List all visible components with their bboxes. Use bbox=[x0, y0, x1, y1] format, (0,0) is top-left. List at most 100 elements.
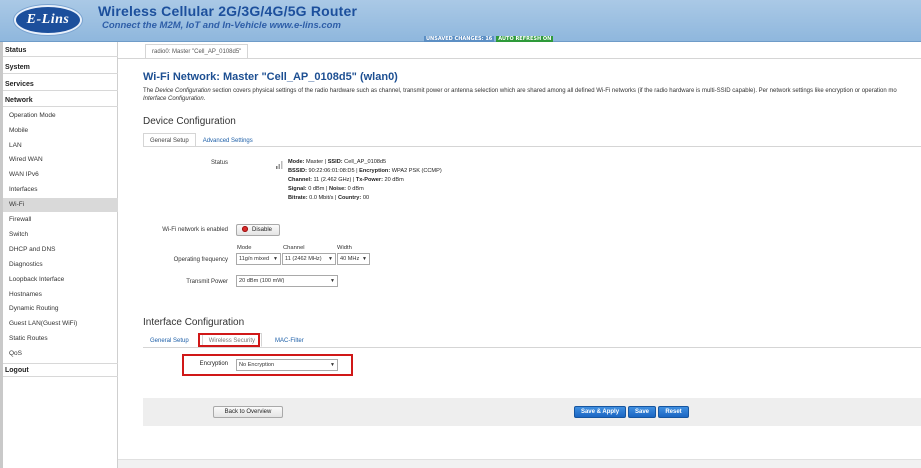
mode-select[interactable]: 11g/n mixed ▼ bbox=[236, 253, 281, 265]
encryption-key: Encryption: bbox=[359, 168, 391, 174]
width-chevron-down-icon: ▼ bbox=[362, 256, 367, 262]
signal-value: 0 dBm | bbox=[306, 186, 329, 192]
txpower-value: 20 dBm bbox=[382, 177, 404, 183]
status-line-2: BSSID: 90:22:06:01:08:D5 | Encryption: W… bbox=[288, 167, 442, 176]
reset-button[interactable]: Reset bbox=[658, 406, 689, 418]
signal-key: Signal: bbox=[288, 186, 307, 192]
save-apply-button[interactable]: Save & Apply bbox=[574, 406, 626, 418]
wifi-enabled-label: Wi-Fi network is enabled bbox=[162, 227, 228, 233]
tab-iface-general-setup[interactable]: General Setup bbox=[143, 333, 196, 347]
desc-em-2: Interface Configuration bbox=[143, 96, 204, 102]
save-button[interactable]: Save bbox=[628, 406, 656, 418]
sidebar-item-interfaces[interactable]: Interfaces bbox=[3, 183, 118, 197]
desc-em-1: Device Configuration bbox=[155, 88, 211, 94]
breadcrumb-divider bbox=[118, 58, 921, 59]
sidebar-item-static-routes[interactable]: Static Routes bbox=[3, 332, 118, 346]
disable-button[interactable]: Disable bbox=[236, 224, 280, 236]
device-tab-divider bbox=[143, 146, 921, 147]
status-details: Mode: Master | SSID: Cell_AP_0108d5 BSSI… bbox=[288, 158, 442, 203]
sidebar-item-wan-ipv6[interactable]: WAN IPv6 bbox=[3, 168, 118, 182]
device-config-title: Device Configuration bbox=[143, 116, 236, 127]
width-select-value: 40 MHz bbox=[340, 256, 360, 262]
desc-text-3: . bbox=[203, 96, 206, 102]
bottom-strip bbox=[118, 459, 921, 468]
operating-frequency-label: Operating frequency bbox=[173, 257, 228, 263]
bssid-key: BSSID: bbox=[288, 168, 307, 174]
tab-mac-filter[interactable]: MAC-Filter bbox=[268, 333, 311, 347]
sidebar-item-mobile[interactable]: Mobile bbox=[3, 124, 118, 138]
txpower-key: Tx-Power: bbox=[355, 177, 383, 183]
back-to-overview-button[interactable]: Back to Overview bbox=[213, 406, 283, 418]
status-line-4: Signal: 0 dBm | Noise: 0 dBm bbox=[288, 185, 442, 194]
status-line-3: Channel: 11 (2.462 GHz) | Tx-Power: 20 d… bbox=[288, 176, 442, 185]
transmit-power-select[interactable]: 20 dBm (100 mW) ▼ bbox=[236, 275, 338, 287]
sidebar-item-guest-lan[interactable]: Guest LAN(Guest WiFi) bbox=[3, 317, 118, 331]
status-line-1: Mode: Master | SSID: Cell_AP_0108d5 bbox=[288, 158, 442, 167]
elins-logo: E-Lins bbox=[14, 5, 82, 35]
country-value: 00 bbox=[361, 195, 370, 201]
status-line-5: Bitrate: 0.0 Mbit/s | Country: 00 bbox=[288, 194, 442, 203]
sidebar-item-hostnames[interactable]: Hostnames bbox=[3, 288, 118, 302]
tab-advanced-settings[interactable]: Advanced Settings bbox=[196, 133, 260, 147]
mode-caption: Mode bbox=[237, 245, 252, 251]
nav-network[interactable]: Network bbox=[3, 94, 118, 107]
bssid-value: 90:22:06:01:08:D5 | bbox=[306, 168, 360, 174]
mode-chevron-down-icon: ▼ bbox=[273, 256, 278, 262]
sidebar-item-dhcp-dns[interactable]: DHCP and DNS bbox=[3, 243, 118, 257]
sidebar-item-wifi[interactable]: Wi-Fi bbox=[3, 198, 118, 212]
encryption-value: WPA2 PSK (CCMP) bbox=[390, 168, 442, 174]
ssid-value: Cell_AP_0108d5 bbox=[342, 159, 387, 165]
sidebar-item-wired-wan[interactable]: Wired WAN bbox=[3, 153, 118, 167]
channel-caption: Channel bbox=[283, 245, 305, 251]
nav-services[interactable]: Services bbox=[3, 78, 118, 91]
txpower-chevron-down-icon: ▼ bbox=[330, 278, 335, 284]
sidebar-item-switch[interactable]: Switch bbox=[3, 228, 118, 242]
channel-value: 11 (2.462 GHz) | bbox=[311, 177, 356, 183]
device-config-tabs: General Setup Advanced Settings bbox=[143, 133, 260, 147]
page-title: Wi-Fi Network: Master "Cell_AP_0108d5" (… bbox=[143, 71, 398, 83]
channel-key: Channel: bbox=[288, 177, 312, 183]
brand-title: Wireless Cellular 2G/3G/4G/5G Router bbox=[98, 3, 358, 19]
mode-value: Master | bbox=[304, 159, 328, 165]
disable-button-label: Disable bbox=[252, 227, 273, 233]
interface-config-title: Interface Configuration bbox=[143, 317, 245, 328]
main-content: radio0: Master "Cell_AP_0108d5" Wi-Fi Ne… bbox=[118, 42, 921, 468]
tab-general-setup[interactable]: General Setup bbox=[143, 133, 196, 147]
channel-select[interactable]: 11 (2462 MHz) ▼ bbox=[282, 253, 336, 265]
status-label: Status bbox=[210, 160, 228, 166]
noise-key: Noise: bbox=[328, 186, 347, 192]
ssid-key: SSID: bbox=[327, 159, 343, 165]
mode-key: Mode: bbox=[288, 159, 305, 165]
radio-breadcrumb-tab[interactable]: radio0: Master "Cell_AP_0108d5" bbox=[145, 44, 249, 58]
encryption-highlight bbox=[182, 354, 353, 376]
sidebar-item-qos[interactable]: QoS bbox=[3, 347, 118, 361]
bitrate-key: Bitrate: bbox=[288, 195, 308, 201]
channel-chevron-down-icon: ▼ bbox=[328, 256, 333, 262]
desc-text-1: The bbox=[143, 88, 156, 94]
nav-system[interactable]: System bbox=[3, 61, 118, 74]
nav-logout[interactable]: Logout bbox=[3, 363, 118, 377]
sidebar-item-dynamic-routing[interactable]: Dynamic Routing bbox=[3, 302, 118, 316]
width-select[interactable]: 40 MHz ▼ bbox=[337, 253, 370, 265]
logo-text: E-Lins bbox=[26, 12, 70, 27]
sidebar-item-lan[interactable]: LAN bbox=[3, 139, 118, 153]
wireless-security-highlight bbox=[198, 333, 260, 347]
bitrate-value: 0.0 Mbit/s | bbox=[307, 195, 338, 201]
sidebar-item-firewall[interactable]: Firewall bbox=[3, 213, 118, 227]
sidebar-item-operation-mode[interactable]: Operation Mode bbox=[3, 109, 118, 123]
sidebar: Status System Services Network Operation… bbox=[0, 42, 118, 468]
desc-text-2: section covers physical settings of the … bbox=[210, 88, 897, 94]
signal-icon bbox=[276, 161, 283, 169]
nav-status[interactable]: Status bbox=[3, 44, 118, 57]
disable-icon bbox=[242, 226, 248, 232]
header: E-Lins Wireless Cellular 2G/3G/4G/5G Rou… bbox=[0, 0, 921, 42]
transmit-power-label: Transmit Power bbox=[186, 279, 228, 285]
sidebar-item-loopback[interactable]: Loopback Interface bbox=[3, 273, 118, 287]
sidebar-item-diagnostics[interactable]: Diagnostics bbox=[3, 258, 118, 272]
country-key: Country: bbox=[337, 195, 362, 201]
brand-subtitle: Connect the M2M, IoT and In-Vehicle www.… bbox=[102, 20, 341, 31]
page-description: The Device Configuration section covers … bbox=[143, 87, 921, 103]
channel-select-value: 11 (2462 MHz) bbox=[285, 256, 322, 262]
width-caption: Width bbox=[337, 245, 352, 251]
mode-select-value: 11g/n mixed bbox=[239, 256, 270, 262]
